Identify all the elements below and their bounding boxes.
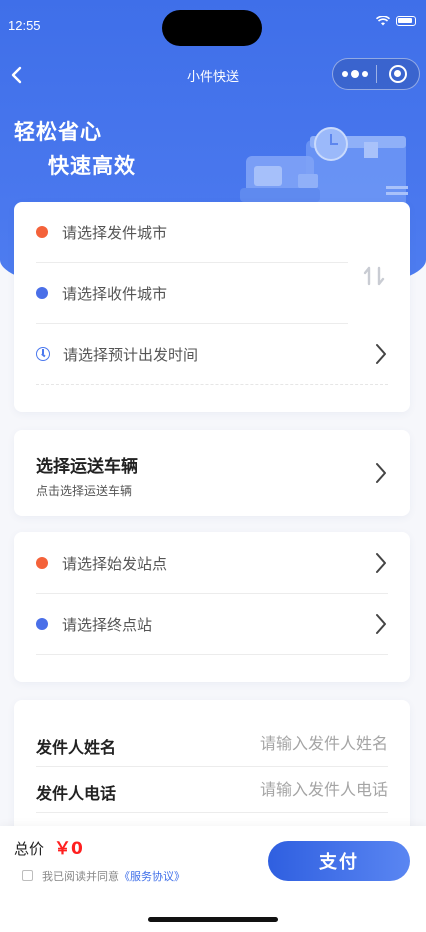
agree-checkbox[interactable] — [22, 870, 33, 881]
receiver-dot — [36, 287, 48, 299]
sender-city-row[interactable]: 请选择发件城市 — [36, 202, 167, 262]
status-bar: 12:55 — [0, 0, 426, 52]
swap-icon[interactable] — [360, 262, 388, 290]
sender-form-card: 发件人姓名 发件人电话 — [14, 700, 410, 840]
more-icon[interactable] — [333, 59, 376, 89]
chevron-right-icon[interactable] — [374, 462, 388, 484]
agree-text: 我已阅读并同意《服务协议》 — [42, 868, 185, 884]
status-time: 12:55 — [8, 18, 41, 33]
total-label: 总价 — [14, 840, 45, 858]
receiver-city-row[interactable]: 请选择收件城市 — [36, 263, 167, 323]
pay-button[interactable]: 支付 — [268, 841, 410, 881]
chevron-right-icon[interactable] — [374, 552, 388, 574]
end-station-label: 请选择终点站 — [62, 615, 153, 634]
vehicle-title: 选择运送车辆 — [36, 457, 138, 477]
home-indicator — [148, 917, 278, 922]
sender-phone-label: 发件人电话 — [36, 784, 117, 803]
slogan-line-1: 轻松省心 — [14, 120, 102, 144]
clock-icon — [36, 347, 50, 361]
start-dot — [36, 557, 48, 569]
end-dot — [36, 618, 48, 630]
divider — [36, 812, 388, 813]
route-card: 请选择发件城市 请选择收件城市 请选择预计出发时间 — [14, 202, 410, 412]
sender-name-label: 发件人姓名 — [36, 738, 117, 757]
delivery-illustration — [240, 127, 408, 212]
sender-dot — [36, 226, 48, 238]
sender-name-input[interactable] — [218, 734, 388, 753]
station-card: 请选择始发站点 请选择终点站 — [14, 532, 410, 682]
chevron-right-icon[interactable] — [374, 613, 388, 635]
wifi-icon — [376, 16, 390, 26]
divider — [36, 766, 388, 767]
divider — [36, 654, 388, 655]
end-station-row[interactable]: 请选择终点站 — [36, 594, 152, 654]
nav-bar: 小件快送 — [0, 52, 426, 98]
total-price: ￥0 — [54, 839, 83, 859]
receiver-city-label: 请选择收件城市 — [62, 284, 168, 303]
sender-city-label: 请选择发件城市 — [62, 223, 168, 242]
depart-time-label: 请选择预计出发时间 — [63, 345, 199, 364]
divider — [36, 384, 388, 385]
slogan-line-2: 快速高效 — [48, 154, 136, 178]
service-agreement-link[interactable]: 《服务协议》 — [119, 870, 185, 883]
mini-program-capsule — [332, 58, 420, 90]
close-icon[interactable] — [377, 59, 419, 89]
depart-time-row[interactable]: 请选择预计出发时间 — [36, 324, 198, 384]
sender-phone-input[interactable] — [218, 780, 388, 799]
vehicle-card[interactable]: 选择运送车辆 点击选择运送车辆 — [14, 430, 410, 516]
agree-prefix: 我已阅读并同意 — [42, 870, 119, 883]
chevron-right-icon[interactable] — [374, 343, 388, 365]
start-station-label: 请选择始发站点 — [62, 554, 168, 573]
vehicle-subtitle: 点击选择运送车辆 — [36, 484, 133, 498]
battery-icon — [396, 16, 416, 26]
status-icons — [376, 16, 416, 26]
start-station-row[interactable]: 请选择始发站点 — [36, 533, 167, 593]
checkout-bar: 总价 ￥0 我已阅读并同意《服务协议》 支付 — [0, 826, 426, 932]
dynamic-island — [162, 10, 262, 46]
